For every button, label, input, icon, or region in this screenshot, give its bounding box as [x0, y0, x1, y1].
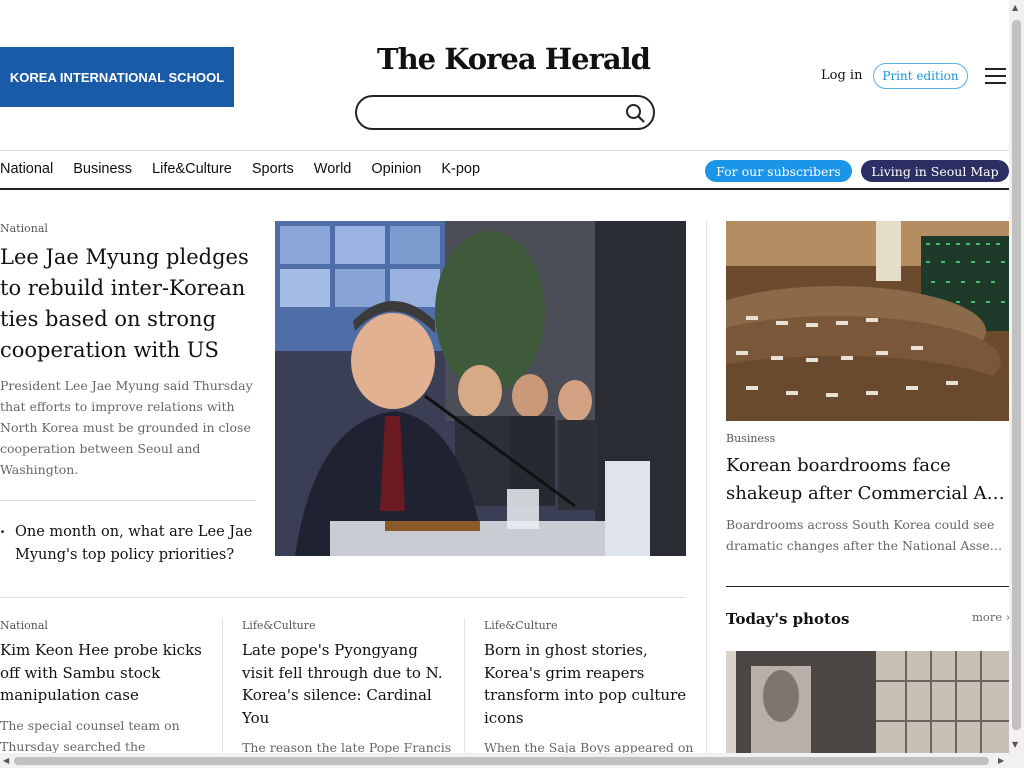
scroll-right-icon[interactable]: ▶: [998, 756, 1004, 765]
lead-divider: [0, 500, 256, 501]
nav-item-kpop[interactable]: K-pop: [441, 161, 480, 177]
card-headline[interactable]: Late pope's Pyongyang visit fell through…: [242, 639, 454, 729]
main-nav: National Business Life&Culture Sports Wo…: [0, 161, 480, 177]
ad-banner[interactable]: KOREA INTERNATIONAL SCHOOL: [0, 47, 234, 107]
story-card[interactable]: Life&Culture Born in ghost stories, Kore…: [484, 619, 696, 758]
scroll-left-icon[interactable]: ◀: [3, 756, 9, 765]
logo-text: The Korea Herald: [377, 42, 651, 76]
nav-item-national[interactable]: National: [0, 161, 53, 177]
card-section-label[interactable]: National: [0, 619, 212, 632]
nav-item-opinion[interactable]: Opinion: [371, 161, 421, 177]
subscribers-label: For our subscribers: [716, 163, 841, 179]
site-logo[interactable]: The Korea Herald: [371, 42, 651, 76]
lead-photo[interactable]: [275, 221, 686, 556]
ad-banner-label: KOREA INTERNATIONAL SCHOOL: [9, 69, 225, 85]
nav-item-world[interactable]: World: [314, 161, 352, 177]
subscribers-button[interactable]: For our subscribers: [705, 160, 852, 182]
national-assembly-image: [726, 221, 1009, 421]
right-headline[interactable]: Korean boardrooms face shakeup after Com…: [726, 452, 1009, 508]
related-story-link[interactable]: · One month on, what are Lee Jae Myung's…: [0, 521, 256, 567]
vertical-scroll-thumb[interactable]: [1012, 20, 1021, 730]
card-section-label[interactable]: Life&Culture: [484, 619, 696, 632]
nav-item-sports[interactable]: Sports: [252, 161, 294, 177]
todays-photo-image: [726, 651, 1009, 768]
row-divider: [0, 597, 686, 598]
nav-divider: [0, 188, 1009, 190]
print-edition-label: Print edition: [882, 69, 959, 83]
story-card[interactable]: Life&Culture Late pope's Pyongyang visit…: [242, 619, 454, 758]
right-section-label[interactable]: Business: [726, 432, 775, 445]
search-input[interactable]: [355, 95, 655, 130]
more-label: more: [972, 610, 1003, 624]
nav-item-life-culture[interactable]: Life&Culture: [152, 161, 232, 177]
press-conference-image: [275, 221, 686, 556]
search-icon[interactable]: [625, 103, 645, 123]
related-story-title: One month on, what are Lee Jae Myung's t…: [15, 524, 253, 563]
card-headline[interactable]: Kim Keon Hee probe kicks off with Sambu …: [0, 639, 212, 707]
right-headline-line1: Korean boardrooms face: [726, 455, 951, 476]
more-link[interactable]: more ›: [972, 610, 1010, 624]
scroll-up-icon[interactable]: ▲: [1012, 3, 1018, 12]
card-divider: [222, 618, 223, 768]
horizontal-scroll-thumb[interactable]: [14, 757, 989, 765]
assembly-photo[interactable]: [726, 221, 1009, 421]
header-divider: [0, 150, 1009, 151]
scroll-down-icon[interactable]: ▼: [1012, 740, 1018, 749]
seoul-map-label: Living in Seoul Map: [871, 163, 999, 179]
lead-section-label[interactable]: National: [0, 222, 48, 235]
lead-summary[interactable]: President Lee Jae Myung said Thursday th…: [0, 375, 258, 480]
right-summary-line2: dramatic changes after the National Asse…: [726, 538, 1009, 553]
todays-photo[interactable]: [726, 651, 1009, 768]
nav-item-business[interactable]: Business: [73, 161, 132, 177]
todays-photos-heading[interactable]: Today's photos: [726, 610, 849, 628]
column-divider: [706, 221, 707, 768]
right-summary[interactable]: Boardrooms across South Korea could see …: [726, 514, 1009, 556]
story-card[interactable]: National Kim Keon Hee probe kicks off wi…: [0, 619, 212, 757]
right-divider: [726, 586, 1009, 587]
login-link[interactable]: Log in: [821, 68, 862, 83]
seoul-map-button[interactable]: Living in Seoul Map: [861, 160, 1009, 182]
right-headline-line2: shakeup after Commercial Act revision: [726, 483, 1009, 504]
right-summary-line1: Boardrooms across South Korea could see: [726, 517, 995, 532]
card-headline[interactable]: Born in ghost stories, Korea's grim reap…: [484, 639, 696, 729]
bullet-icon: ·: [0, 524, 6, 541]
card-section-label[interactable]: Life&Culture: [242, 619, 454, 632]
card-summary[interactable]: The special counsel team on Thursday sea…: [0, 715, 212, 757]
card-divider: [464, 618, 465, 768]
menu-icon[interactable]: [985, 68, 1006, 84]
print-edition-button[interactable]: Print edition: [873, 63, 968, 89]
lead-headline[interactable]: Lee Jae Myung pledges to rebuild inter-K…: [0, 242, 260, 366]
